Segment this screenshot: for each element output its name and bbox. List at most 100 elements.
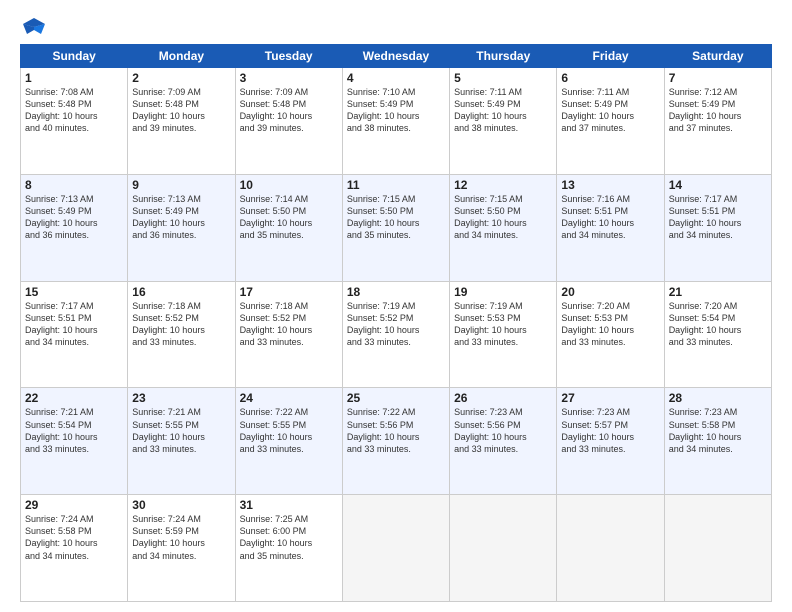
day-info: Sunrise: 7:08 AMSunset: 5:48 PMDaylight:… — [25, 86, 123, 135]
day-number: 1 — [25, 71, 123, 85]
calendar-day-cell: 16Sunrise: 7:18 AMSunset: 5:52 PMDayligh… — [128, 281, 235, 388]
day-info: Sunrise: 7:13 AMSunset: 5:49 PMDaylight:… — [25, 193, 123, 242]
day-info: Sunrise: 7:17 AMSunset: 5:51 PMDaylight:… — [669, 193, 767, 242]
day-number: 17 — [240, 285, 338, 299]
day-number: 31 — [240, 498, 338, 512]
calendar-day-cell — [557, 495, 664, 602]
day-info: Sunrise: 7:23 AMSunset: 5:58 PMDaylight:… — [669, 406, 767, 455]
day-number: 5 — [454, 71, 552, 85]
day-number: 25 — [347, 391, 445, 405]
day-number: 14 — [669, 178, 767, 192]
day-info: Sunrise: 7:25 AMSunset: 6:00 PMDaylight:… — [240, 513, 338, 562]
calendar-week-row: 29Sunrise: 7:24 AMSunset: 5:58 PMDayligh… — [21, 495, 772, 602]
weekday-header-saturday: Saturday — [664, 45, 771, 68]
calendar-table: SundayMondayTuesdayWednesdayThursdayFrid… — [20, 44, 772, 602]
day-number: 20 — [561, 285, 659, 299]
calendar-day-cell: 14Sunrise: 7:17 AMSunset: 5:51 PMDayligh… — [664, 174, 771, 281]
calendar-day-cell: 26Sunrise: 7:23 AMSunset: 5:56 PMDayligh… — [450, 388, 557, 495]
calendar-day-cell: 28Sunrise: 7:23 AMSunset: 5:58 PMDayligh… — [664, 388, 771, 495]
day-info: Sunrise: 7:22 AMSunset: 5:56 PMDaylight:… — [347, 406, 445, 455]
day-number: 12 — [454, 178, 552, 192]
day-info: Sunrise: 7:17 AMSunset: 5:51 PMDaylight:… — [25, 300, 123, 349]
day-info: Sunrise: 7:18 AMSunset: 5:52 PMDaylight:… — [240, 300, 338, 349]
calendar-week-row: 22Sunrise: 7:21 AMSunset: 5:54 PMDayligh… — [21, 388, 772, 495]
day-info: Sunrise: 7:21 AMSunset: 5:54 PMDaylight:… — [25, 406, 123, 455]
calendar-day-cell: 3Sunrise: 7:09 AMSunset: 5:48 PMDaylight… — [235, 68, 342, 175]
day-number: 3 — [240, 71, 338, 85]
day-number: 26 — [454, 391, 552, 405]
calendar-day-cell — [450, 495, 557, 602]
weekday-header-friday: Friday — [557, 45, 664, 68]
calendar-day-cell: 9Sunrise: 7:13 AMSunset: 5:49 PMDaylight… — [128, 174, 235, 281]
weekday-header-monday: Monday — [128, 45, 235, 68]
day-number: 15 — [25, 285, 123, 299]
day-info: Sunrise: 7:19 AMSunset: 5:52 PMDaylight:… — [347, 300, 445, 349]
weekday-header-sunday: Sunday — [21, 45, 128, 68]
weekday-header-thursday: Thursday — [450, 45, 557, 68]
day-info: Sunrise: 7:23 AMSunset: 5:57 PMDaylight:… — [561, 406, 659, 455]
page: SundayMondayTuesdayWednesdayThursdayFrid… — [0, 0, 792, 612]
day-info: Sunrise: 7:20 AMSunset: 5:54 PMDaylight:… — [669, 300, 767, 349]
day-number: 4 — [347, 71, 445, 85]
day-info: Sunrise: 7:21 AMSunset: 5:55 PMDaylight:… — [132, 406, 230, 455]
calendar-day-cell: 8Sunrise: 7:13 AMSunset: 5:49 PMDaylight… — [21, 174, 128, 281]
calendar-day-cell: 10Sunrise: 7:14 AMSunset: 5:50 PMDayligh… — [235, 174, 342, 281]
calendar-day-cell: 31Sunrise: 7:25 AMSunset: 6:00 PMDayligh… — [235, 495, 342, 602]
day-info: Sunrise: 7:09 AMSunset: 5:48 PMDaylight:… — [240, 86, 338, 135]
calendar-day-cell: 22Sunrise: 7:21 AMSunset: 5:54 PMDayligh… — [21, 388, 128, 495]
day-number: 21 — [669, 285, 767, 299]
day-number: 7 — [669, 71, 767, 85]
calendar-day-cell: 29Sunrise: 7:24 AMSunset: 5:58 PMDayligh… — [21, 495, 128, 602]
weekday-header-tuesday: Tuesday — [235, 45, 342, 68]
day-info: Sunrise: 7:24 AMSunset: 5:58 PMDaylight:… — [25, 513, 123, 562]
calendar-day-cell: 23Sunrise: 7:21 AMSunset: 5:55 PMDayligh… — [128, 388, 235, 495]
day-number: 22 — [25, 391, 123, 405]
day-number: 27 — [561, 391, 659, 405]
day-number: 23 — [132, 391, 230, 405]
day-info: Sunrise: 7:14 AMSunset: 5:50 PMDaylight:… — [240, 193, 338, 242]
calendar-day-cell: 13Sunrise: 7:16 AMSunset: 5:51 PMDayligh… — [557, 174, 664, 281]
day-info: Sunrise: 7:13 AMSunset: 5:49 PMDaylight:… — [132, 193, 230, 242]
calendar-day-cell: 21Sunrise: 7:20 AMSunset: 5:54 PMDayligh… — [664, 281, 771, 388]
day-number: 6 — [561, 71, 659, 85]
logo — [20, 16, 45, 36]
day-info: Sunrise: 7:15 AMSunset: 5:50 PMDaylight:… — [347, 193, 445, 242]
day-info: Sunrise: 7:10 AMSunset: 5:49 PMDaylight:… — [347, 86, 445, 135]
calendar-day-cell: 27Sunrise: 7:23 AMSunset: 5:57 PMDayligh… — [557, 388, 664, 495]
day-info: Sunrise: 7:09 AMSunset: 5:48 PMDaylight:… — [132, 86, 230, 135]
calendar-day-cell: 11Sunrise: 7:15 AMSunset: 5:50 PMDayligh… — [342, 174, 449, 281]
day-info: Sunrise: 7:23 AMSunset: 5:56 PMDaylight:… — [454, 406, 552, 455]
calendar-day-cell — [664, 495, 771, 602]
day-number: 11 — [347, 178, 445, 192]
logo-bird-icon — [23, 16, 45, 38]
day-number: 13 — [561, 178, 659, 192]
calendar-week-row: 15Sunrise: 7:17 AMSunset: 5:51 PMDayligh… — [21, 281, 772, 388]
calendar-week-row: 8Sunrise: 7:13 AMSunset: 5:49 PMDaylight… — [21, 174, 772, 281]
day-info: Sunrise: 7:22 AMSunset: 5:55 PMDaylight:… — [240, 406, 338, 455]
day-number: 18 — [347, 285, 445, 299]
day-number: 2 — [132, 71, 230, 85]
day-number: 10 — [240, 178, 338, 192]
calendar-week-row: 1Sunrise: 7:08 AMSunset: 5:48 PMDaylight… — [21, 68, 772, 175]
day-info: Sunrise: 7:15 AMSunset: 5:50 PMDaylight:… — [454, 193, 552, 242]
day-number: 8 — [25, 178, 123, 192]
calendar-day-cell: 19Sunrise: 7:19 AMSunset: 5:53 PMDayligh… — [450, 281, 557, 388]
day-info: Sunrise: 7:11 AMSunset: 5:49 PMDaylight:… — [454, 86, 552, 135]
calendar-day-cell: 18Sunrise: 7:19 AMSunset: 5:52 PMDayligh… — [342, 281, 449, 388]
calendar-day-cell: 24Sunrise: 7:22 AMSunset: 5:55 PMDayligh… — [235, 388, 342, 495]
calendar-day-cell — [342, 495, 449, 602]
calendar-day-cell: 20Sunrise: 7:20 AMSunset: 5:53 PMDayligh… — [557, 281, 664, 388]
calendar-day-cell: 17Sunrise: 7:18 AMSunset: 5:52 PMDayligh… — [235, 281, 342, 388]
day-number: 28 — [669, 391, 767, 405]
calendar-day-cell: 4Sunrise: 7:10 AMSunset: 5:49 PMDaylight… — [342, 68, 449, 175]
calendar-day-cell: 12Sunrise: 7:15 AMSunset: 5:50 PMDayligh… — [450, 174, 557, 281]
header — [20, 16, 772, 36]
calendar-day-cell: 25Sunrise: 7:22 AMSunset: 5:56 PMDayligh… — [342, 388, 449, 495]
day-number: 9 — [132, 178, 230, 192]
day-info: Sunrise: 7:16 AMSunset: 5:51 PMDaylight:… — [561, 193, 659, 242]
calendar-day-cell: 1Sunrise: 7:08 AMSunset: 5:48 PMDaylight… — [21, 68, 128, 175]
day-info: Sunrise: 7:11 AMSunset: 5:49 PMDaylight:… — [561, 86, 659, 135]
calendar-day-cell: 6Sunrise: 7:11 AMSunset: 5:49 PMDaylight… — [557, 68, 664, 175]
day-info: Sunrise: 7:19 AMSunset: 5:53 PMDaylight:… — [454, 300, 552, 349]
weekday-header-row: SundayMondayTuesdayWednesdayThursdayFrid… — [21, 45, 772, 68]
